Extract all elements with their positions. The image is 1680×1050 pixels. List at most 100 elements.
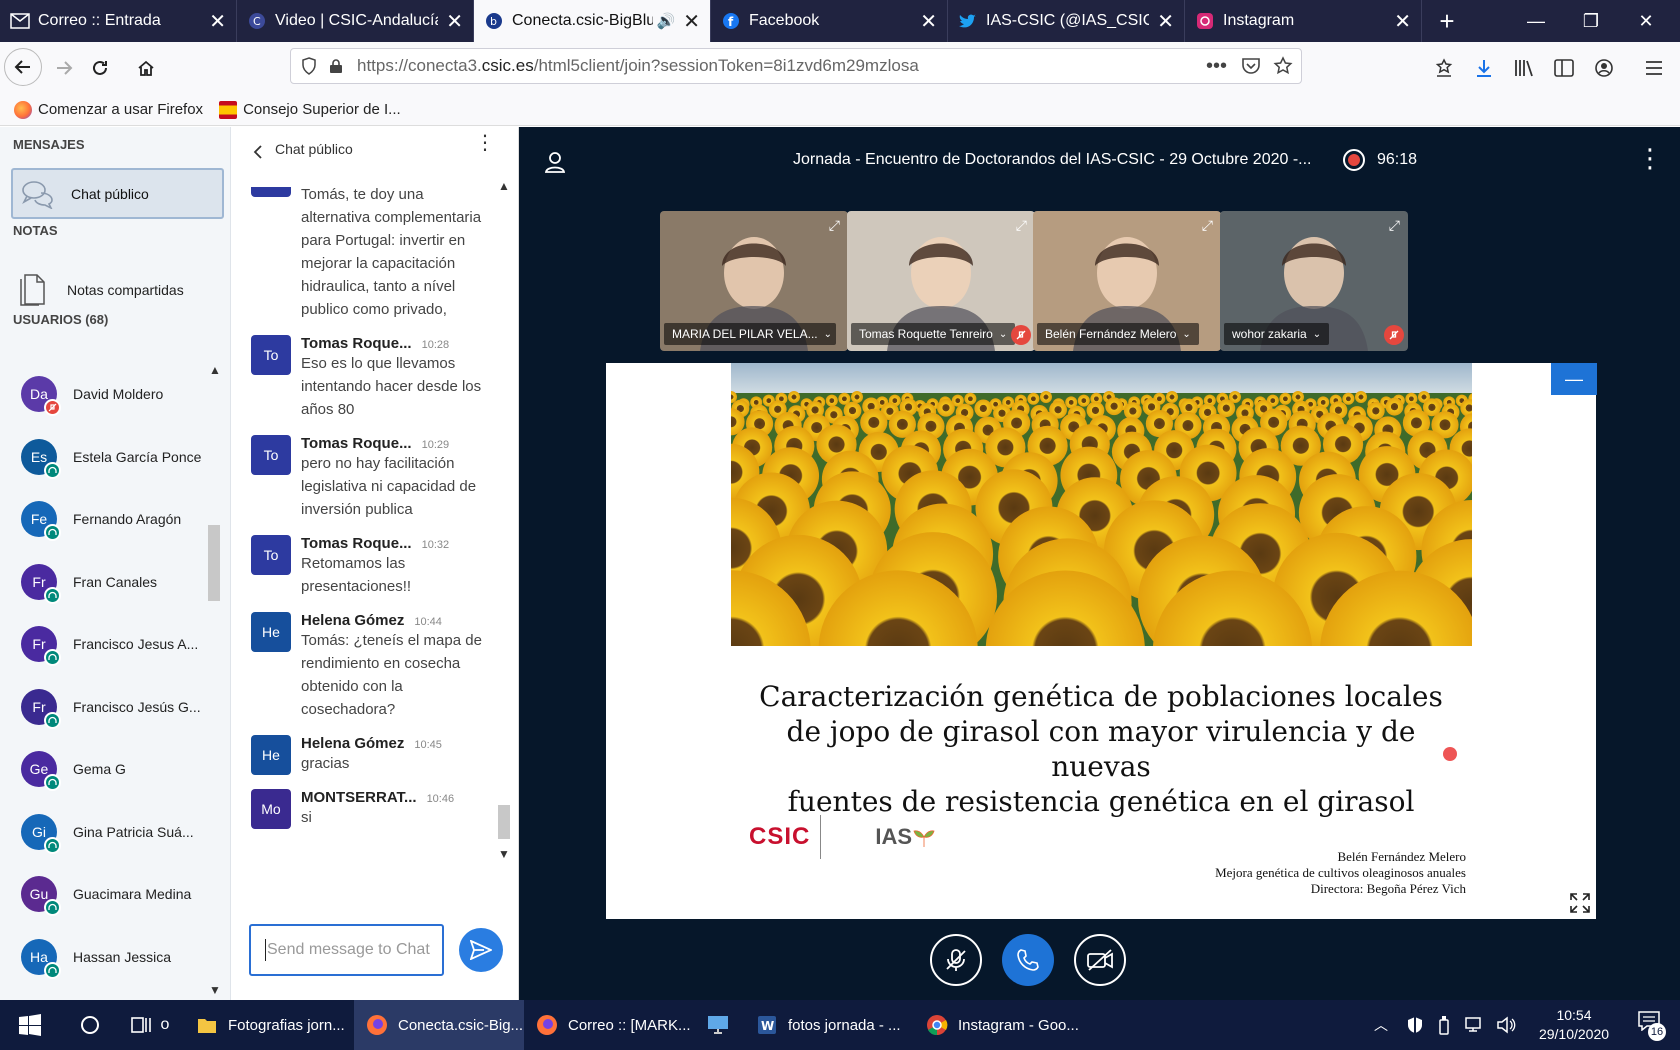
shared-notes-button[interactable]: Notas compartidas <box>0 265 231 315</box>
webcam-video-tile[interactable]: ⤢ wohor zakaria ⌄ <box>1220 211 1408 351</box>
user-list-scrollbar[interactable]: ▲ ▼ <box>204 363 224 999</box>
taskbar-app-button[interactable]: Conecta.csic-Big... <box>354 1000 524 1050</box>
user-list-item[interactable]: Gi Gina Patricia Suá... <box>0 801 231 864</box>
expand-video-icon[interactable]: ⤢ <box>1389 217 1400 234</box>
defender-shield-icon[interactable] <box>1406 1016 1424 1034</box>
scroll-down-icon[interactable]: ▼ <box>209 983 221 997</box>
user-icon[interactable] <box>544 151 566 173</box>
sidebar-toggle-button[interactable] <box>1544 48 1584 88</box>
user-list-item[interactable]: Gu Guacimara Medina <box>0 863 231 926</box>
page-actions-icon[interactable]: ••• <box>1206 55 1227 78</box>
avatar: Fe <box>21 501 61 542</box>
chat-options-icon[interactable]: ⋮ <box>475 133 495 153</box>
taskbar-app-button[interactable] <box>694 1000 744 1050</box>
downloads-button[interactable] <box>1464 48 1504 88</box>
start-button[interactable] <box>0 1000 60 1050</box>
expand-video-icon[interactable]: ⤢ <box>1202 217 1213 234</box>
send-message-button[interactable] <box>459 928 503 972</box>
chat-avatar: Mo <box>251 789 291 829</box>
sunflower-head <box>974 399 993 418</box>
volume-icon[interactable] <box>1496 1016 1516 1034</box>
scroll-thumb[interactable] <box>208 525 220 601</box>
user-list-item[interactable]: Da David Moldero <box>0 363 231 426</box>
avatar-initials: Fr <box>32 636 46 653</box>
public-chat-button[interactable]: Chat público <box>11 168 224 219</box>
restore-window-button[interactable]: ❐ <box>1563 0 1619 42</box>
chat-scrollbar[interactable]: ▲ ▼ <box>493 179 515 924</box>
task-view-button[interactable]: o <box>120 1000 180 1050</box>
home-button[interactable] <box>126 48 166 88</box>
webcam-video-tile[interactable]: ⤢ MARIA DEL PILAR VELA... ⌄ <box>660 211 848 351</box>
browser-tab[interactable]: Instagram ✕ <box>1185 0 1422 42</box>
speaker-icon[interactable]: 🔊 <box>657 12 676 30</box>
user-list-item[interactable]: Fr Francisco Jesus A... <box>0 613 231 676</box>
audio-call-button[interactable] <box>1002 934 1054 986</box>
forward-button[interactable] <box>44 48 84 88</box>
url-bar[interactable]: https://conecta3.csic.es/html5client/joi… <box>290 48 1302 84</box>
user-list-item[interactable]: Fr Fran Canales <box>0 551 231 614</box>
meeting-options-icon[interactable]: ⋮ <box>1637 143 1663 174</box>
unmute-button[interactable] <box>930 934 982 986</box>
browser-tab[interactable]: Correo :: Entrada ✕ <box>0 0 237 42</box>
network-icon[interactable] <box>1464 1016 1486 1034</box>
webcam-video-tile[interactable]: ⤢ Tomas Roquette Tenreiro ⌄ <box>847 211 1035 351</box>
close-tab-icon[interactable]: ✕ <box>683 9 700 34</box>
recording-indicator[interactable]: 96:18 <box>1343 149 1417 171</box>
pocket-icon[interactable] <box>1241 57 1261 75</box>
taskbar-app-button[interactable]: Instagram - Goo... <box>914 1000 1084 1050</box>
share-webcam-button[interactable] <box>1074 934 1126 986</box>
close-tab-icon[interactable]: ✕ <box>446 9 463 34</box>
browser-tab[interactable]: IAS-CSIC (@IAS_CSIC) / T ✕ <box>948 0 1185 42</box>
star-list-icon <box>1435 58 1453 77</box>
scroll-thumb[interactable] <box>498 805 510 839</box>
taskbar-app-button[interactable]: Correo :: [MARK... <box>524 1000 694 1050</box>
user-list-item[interactable]: Ge Gema G <box>0 738 231 801</box>
search-button[interactable] <box>60 1000 120 1050</box>
expand-video-icon[interactable]: ⤢ <box>829 217 840 234</box>
tray-chevron-icon[interactable]: ︿ <box>1374 1015 1388 1035</box>
menu-button[interactable] <box>1634 48 1674 88</box>
scroll-up-icon[interactable]: ▲ <box>209 363 221 377</box>
chevron-left-icon[interactable] <box>253 145 263 159</box>
back-button[interactable] <box>4 48 42 86</box>
browser-tab[interactable]: f Facebook ✕ <box>711 0 948 42</box>
account-button[interactable] <box>1584 48 1624 88</box>
close-window-button[interactable]: ✕ <box>1618 0 1674 42</box>
bookmark-firefox[interactable]: Comenzar a usar Firefox <box>14 100 203 119</box>
close-tab-icon[interactable]: ✕ <box>1394 9 1411 34</box>
bookmark-star-icon[interactable] <box>1273 56 1293 76</box>
notification-center-button[interactable]: 16 <box>1638 1011 1666 1041</box>
taskbar-app-button[interactable]: Fotografias jorn... <box>184 1000 354 1050</box>
minimize-window-button[interactable]: — <box>1508 0 1564 42</box>
user-list-item[interactable]: Fe Fernando Aragón <box>0 488 231 551</box>
minimize-presentation-button[interactable]: — <box>1551 363 1597 395</box>
webcam-video-tile[interactable]: ⤢ Belén Fernández Melero ⌄ <box>1033 211 1221 351</box>
close-tab-icon[interactable]: ✕ <box>920 9 937 34</box>
participant-name-label[interactable]: Tomas Roquette Tenreiro ⌄ <box>851 323 1016 345</box>
firefox-icon <box>366 1014 388 1036</box>
scroll-down-icon[interactable]: ▼ <box>498 847 510 861</box>
expand-video-icon[interactable]: ⤢ <box>1016 217 1027 234</box>
fullscreen-icon[interactable] <box>1570 893 1590 913</box>
close-tab-icon[interactable]: ✕ <box>209 9 226 34</box>
svg-text:b: b <box>490 15 497 28</box>
browser-tab[interactable]: C Video | CSIC-Andalucía ✕ <box>237 0 474 42</box>
taskbar-app-button[interactable]: Wfotos jornada - ... <box>744 1000 914 1050</box>
usb-device-icon[interactable] <box>1438 1015 1450 1035</box>
user-list-item[interactable]: Ha Hassan Jessica <box>0 926 231 989</box>
scroll-up-icon[interactable]: ▲ <box>498 179 510 193</box>
reload-button[interactable] <box>80 48 120 88</box>
library-button[interactable] <box>1504 48 1544 88</box>
user-list-item[interactable]: Fr Francisco Jesús G... <box>0 676 231 739</box>
close-tab-icon[interactable]: ✕ <box>1157 9 1174 34</box>
clock[interactable]: 10:54 29/10/2020 <box>1534 1006 1614 1044</box>
participant-name-label[interactable]: wohor zakaria ⌄ <box>1224 323 1330 345</box>
participant-name-label[interactable]: Belén Fernández Melero ⌄ <box>1037 323 1199 345</box>
user-list-item[interactable]: Es Estela García Ponce <box>0 426 231 489</box>
browser-tab[interactable]: b Conecta.csic-BigBlue 🔊 ✕ <box>474 0 711 42</box>
bookmark-csic[interactable]: Consejo Superior de I... <box>219 100 401 119</box>
new-tab-button[interactable]: + <box>1422 0 1472 42</box>
reading-list-button[interactable] <box>1424 48 1464 88</box>
participant-name-label[interactable]: MARIA DEL PILAR VELA... ⌄ <box>664 323 836 345</box>
chat-message-input[interactable]: Send message to Chat <box>249 924 444 976</box>
